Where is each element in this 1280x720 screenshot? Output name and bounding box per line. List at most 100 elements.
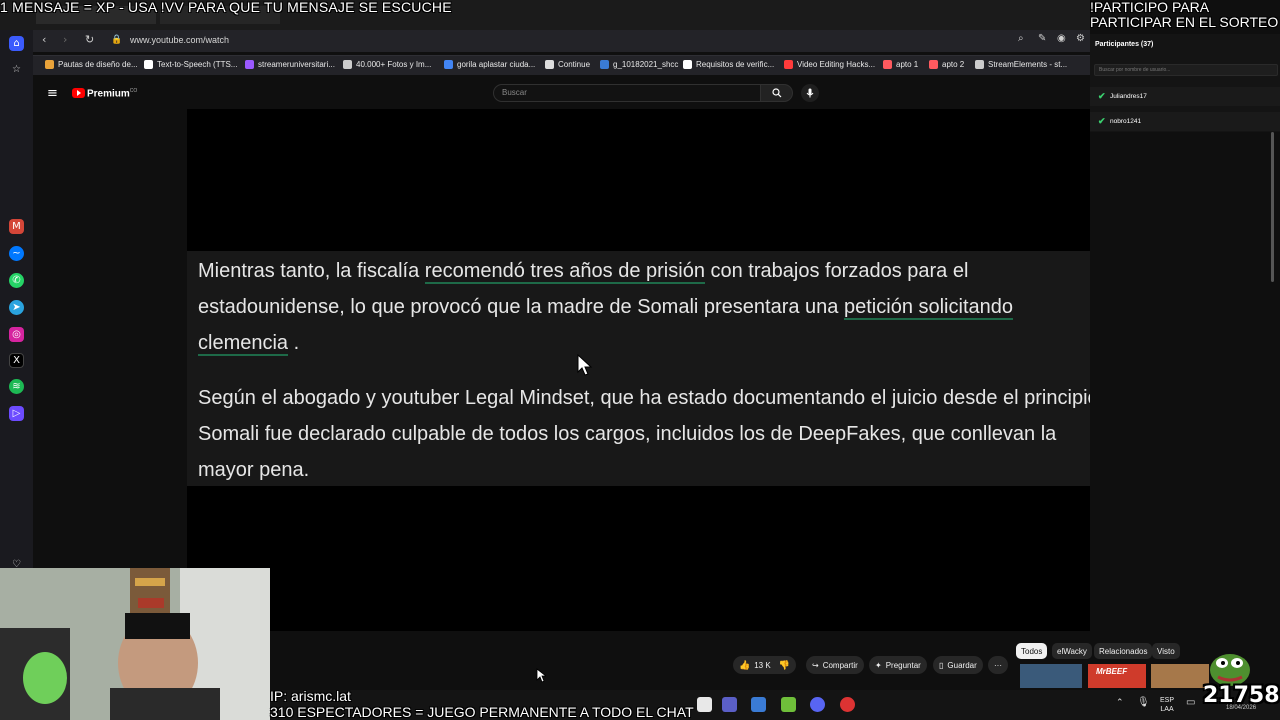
bookmark-item[interactable]: gorila aplastar ciuda... [457,60,535,69]
bookmark-favicon-icon [600,60,609,69]
star-icon[interactable]: ☆ [9,62,24,77]
bookmark-icon: ▯ [939,660,944,670]
camera-icon[interactable]: ◉ [1057,33,1066,44]
opera-icon[interactable] [840,697,855,712]
bookmark-item[interactable]: streameruniversitari... [258,60,335,69]
stream-overlay-bottom: IP: arismc.lat 310 ESPECTADORES = JUEGO … [270,688,694,720]
mouse-cursor-icon [577,354,593,376]
youtube-premium-logo[interactable]: PremiumCO [87,88,137,99]
bookmark-favicon-icon [784,60,793,69]
messenger-icon[interactable]: ~ [9,246,24,261]
telegram-icon[interactable]: ➤ [9,300,24,315]
participant-row[interactable]: ✔ Juliandres17 [1090,87,1280,106]
bookmark-favicon-icon [545,60,554,69]
share-button[interactable]: ↪ Compartir [806,656,864,674]
chip-related[interactable]: Relacionados [1094,643,1153,659]
menu-icon[interactable]: ≡ [47,86,58,101]
bookmark-favicon-icon [245,60,254,69]
back-icon[interactable]: ‹ [42,33,46,46]
forward-icon[interactable]: › [63,33,67,46]
viewer-goal: 310 ESPECTADORES = JUEGO PERMANENTE A TO… [270,704,694,720]
ask-button[interactable]: ✦ Preguntar [869,656,927,674]
bookmark-item[interactable]: Text-to-Speech (TTS... [157,60,237,69]
chip-channel[interactable]: elWacky [1052,643,1092,659]
language-indicator[interactable]: ESP LAA [1160,696,1174,714]
chevron-up-icon[interactable]: ⌃ [1116,697,1124,708]
participant-name: nobro1241 [1110,118,1142,125]
participant-search-input[interactable]: Buscar por nombre de usuario... [1094,64,1278,76]
giveaway-line-2: PARTICIPAR EN EL SORTEO [1090,14,1279,30]
settings-icon[interactable]: ⚙ [1076,33,1085,44]
bookmark-favicon-icon [883,60,892,69]
instagram-icon[interactable]: ◎ [9,327,24,342]
reload-icon[interactable]: ↻ [85,33,94,46]
youtube-play-icon [77,90,81,96]
webcam-image [0,568,270,720]
bookmark-item[interactable]: Pautas de diseño de... [58,60,138,69]
bookmark-favicon-icon [45,60,54,69]
tray-mic-icon[interactable]: 🎙 [1137,697,1150,708]
url-field[interactable]: www.youtube.com/watch [130,35,229,45]
chip-watched[interactable]: Visto [1152,643,1180,659]
search-page-icon[interactable]: ⌕ [1018,33,1024,44]
chip-all[interactable]: Todos [1016,643,1048,659]
bookmark-item[interactable]: apto 1 [896,60,918,69]
voice-search-button[interactable] [801,84,819,102]
scrollbar[interactable] [1271,132,1274,282]
bookmark-item[interactable]: StreamElements - st... [988,60,1067,69]
thumbnail-label: MrBEEF [1096,667,1128,676]
whatsapp-icon[interactable]: ✆ [9,273,24,288]
brand-region: CO [129,88,138,94]
bookmark-item[interactable]: Video Editing Hacks... [797,60,875,69]
file-icon[interactable] [697,697,712,712]
share-label: Compartir [822,660,858,670]
keyboard-layout: LAA [1160,706,1174,713]
monitor-icon[interactable]: ▭ [1186,697,1195,708]
player-icon[interactable]: ▷ [9,406,24,421]
save-button[interactable]: ▯ Guardar [933,656,983,674]
bookmark-favicon-icon [444,60,453,69]
bookmark-item[interactable]: apto 2 [942,60,964,69]
bookmark-favicon-icon [975,60,984,69]
bookmark-item[interactable]: Requisitos de verific... [696,60,774,69]
teams-icon[interactable] [722,697,737,712]
caption-text: Mientras tanto, la fiscalía [198,260,425,282]
minecraft-icon[interactable] [781,697,796,712]
discord-icon[interactable] [810,697,825,712]
mouse-cursor-icon [536,668,546,683]
video-thumbnail[interactable] [1020,664,1082,688]
mic-icon [806,88,814,98]
giveaway-line-1: !PARTICIPO PARA [1090,0,1210,15]
search-button[interactable] [761,84,793,102]
participant-badge-icon: ✔ [1098,91,1106,101]
caption-paragraph-2: Según el abogado y youtuber Legal Mindse… [198,387,1105,481]
caption-text: . [288,332,300,354]
edit-icon[interactable]: ✎ [1038,33,1046,44]
bookmark-item[interactable]: Continue [558,60,590,69]
share-icon: ↪ [812,660,819,670]
participant-row[interactable]: ✔ nobro1241 [1090,112,1280,131]
thumb-up-icon: 👍 [739,659,751,670]
video-thumbnail[interactable] [1151,664,1209,688]
participants-panel: Participantes (37) Buscar por nombre de … [1090,34,1280,132]
participant-name: Juliandres17 [1110,93,1147,100]
thumb-down-icon[interactable]: 👎 [779,660,790,671]
bookmark-favicon-icon [929,60,938,69]
more-actions-button[interactable]: ··· [988,656,1008,674]
bookmark-item[interactable]: g_10182021_shcc [613,60,678,69]
participant-search-placeholder: Buscar por nombre de usuario... [1099,67,1171,73]
store-icon[interactable] [751,697,766,712]
video-thumbnail[interactable]: MrBEEF [1088,664,1146,688]
search-placeholder: Buscar [502,88,527,97]
home-icon[interactable]: ⌂ [9,36,24,51]
gmail-icon[interactable]: M [9,219,24,234]
caption-paragraph-1: Mientras tanto, la fiscalía recomendó tr… [198,253,1106,361]
video-caption-frame: Mientras tanto, la fiscalía recomendó tr… [187,251,1117,486]
bookmark-item[interactable]: 40.000+ Fotos y Im... [356,60,431,69]
spotify-icon[interactable]: ≋ [9,379,24,394]
like-button[interactable]: 👍 13 K 👎 [733,656,796,674]
search-input[interactable]: Buscar [493,84,761,102]
bookmark-favicon-icon [343,60,352,69]
sparkle-icon: ✦ [875,660,882,670]
x-twitter-icon[interactable]: X [9,353,24,368]
